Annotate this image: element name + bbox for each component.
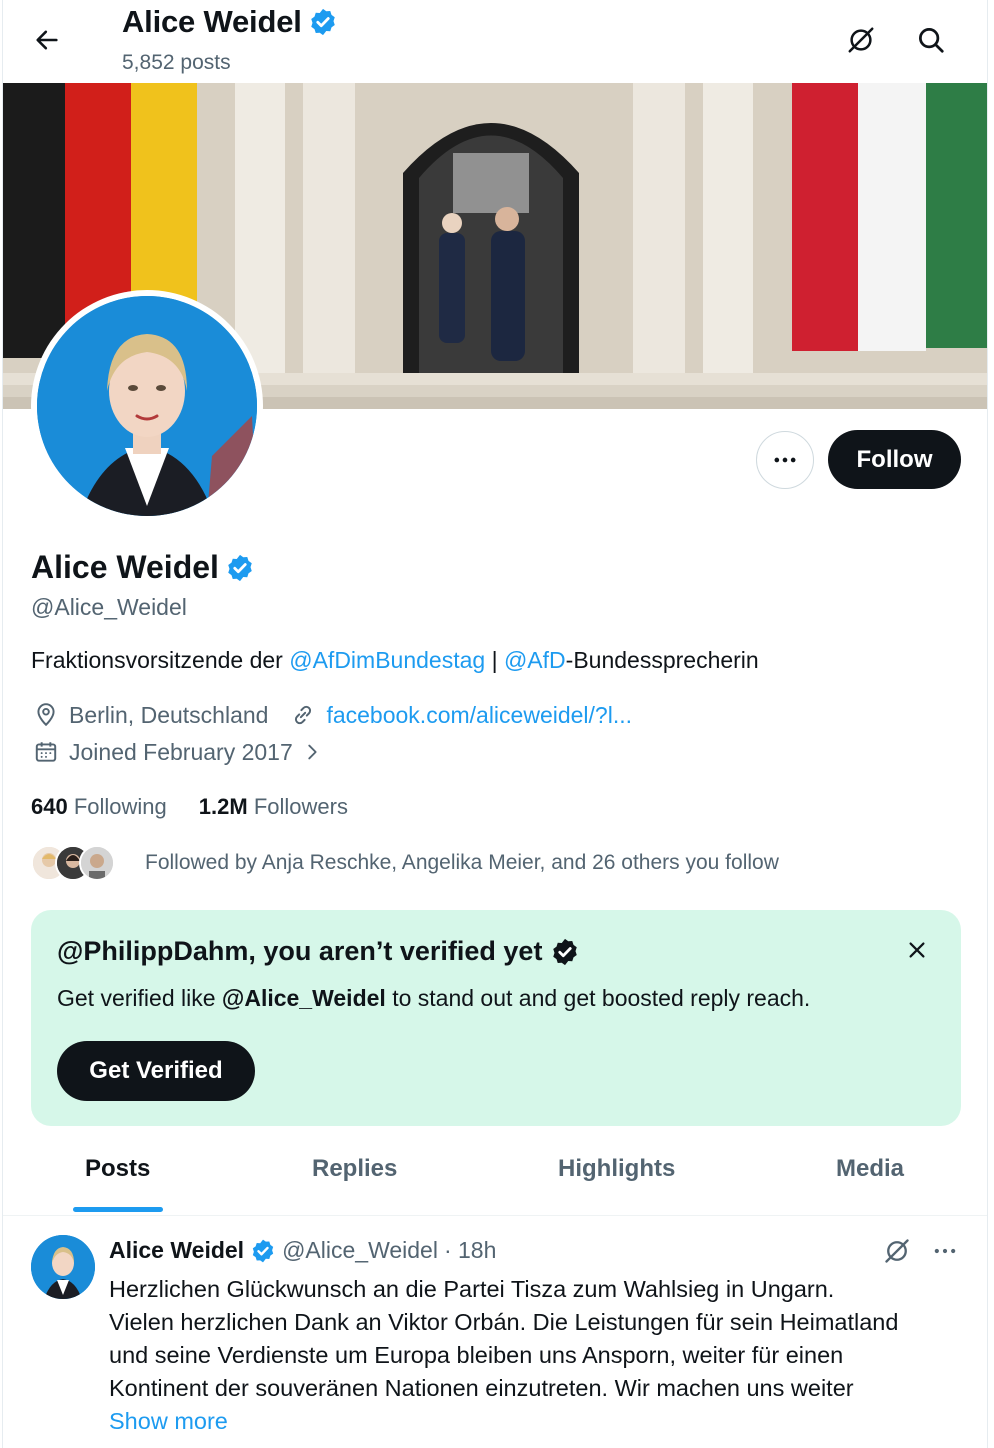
profile-bio: Fraktionsvorsitzende der @AfDimBundestag… xyxy=(31,647,759,674)
calendar-icon xyxy=(31,737,61,767)
bio-suffix: -Bundessprecherin xyxy=(565,647,759,673)
bio-mention-afdimbundestag[interactable]: @AfDimBundestag xyxy=(289,647,485,673)
tab-replies[interactable]: Replies xyxy=(312,1155,397,1183)
post-text-line: Herzlichen Glückwunsch an die Partei Tis… xyxy=(109,1276,835,1302)
followers-label: Followers xyxy=(253,794,348,819)
verified-badge-icon xyxy=(310,8,335,36)
header-title: Alice Weidel xyxy=(122,4,338,40)
follow-button[interactable]: Follow xyxy=(828,430,961,489)
followed-by-text: Followed by Anja Reschke, Angelika Meier… xyxy=(145,851,779,874)
following-label: Following xyxy=(73,794,167,819)
post-item[interactable]: Alice Weidel @Alice_Weidel · 18h Herzlic… xyxy=(3,1217,987,1448)
verification-text: Get verified like @Alice_Weidel to stand… xyxy=(57,985,810,1012)
avatar-image xyxy=(37,296,257,516)
verification-title: @PhilippDahm, you aren’t verified yet xyxy=(57,936,580,967)
arrow-left-icon xyxy=(36,30,58,50)
profile-meta-row-1: Berlin, Deutschland facebook.com/alicewe… xyxy=(31,700,632,730)
profile-avatar[interactable] xyxy=(31,290,263,522)
search-icon xyxy=(919,28,944,53)
avatar xyxy=(37,296,257,516)
bio-separator: | xyxy=(485,647,504,673)
more-options-button[interactable] xyxy=(756,431,814,489)
verified-badge-icon[interactable] xyxy=(225,553,255,583)
grok-icon xyxy=(848,27,874,53)
search-button[interactable] xyxy=(911,20,951,60)
followed-by-row[interactable]: Followed by Anja Reschke, Angelika Meier… xyxy=(31,845,779,881)
post-actions-top xyxy=(883,1237,959,1270)
grok-button[interactable] xyxy=(883,1237,911,1270)
post-handle[interactable]: @Alice_Weidel xyxy=(282,1237,438,1264)
post-header: Alice Weidel @Alice_Weidel · 18h xyxy=(109,1237,496,1264)
link-icon xyxy=(288,700,318,730)
following-count: 640 xyxy=(31,794,68,819)
profile-page: Alice Weidel 5,852 posts Follow Alice We… xyxy=(2,0,988,1448)
verification-text-handle: @Alice_Weidel xyxy=(221,985,386,1011)
profile-joined: Joined February 2017 xyxy=(69,738,293,765)
verification-prompt-card: @PhilippDahm, you aren’t verified yet Ge… xyxy=(31,910,961,1126)
following-link[interactable]: 640 Following xyxy=(31,794,167,820)
grok-button[interactable] xyxy=(841,20,881,60)
tab-posts[interactable]: Posts xyxy=(85,1155,150,1183)
post-time[interactable]: · 18h xyxy=(444,1237,496,1264)
tab-highlights[interactable]: Highlights xyxy=(558,1155,675,1183)
posts-count: 5,852 posts xyxy=(122,51,231,74)
post-avatar[interactable] xyxy=(31,1235,95,1299)
verification-text-prefix: Get verified like xyxy=(57,985,222,1011)
verified-badge-icon xyxy=(252,1239,274,1262)
verification-title-text: @PhilippDahm, you aren’t verified yet xyxy=(57,936,543,966)
get-verified-button[interactable]: Get Verified xyxy=(57,1041,255,1101)
post-text-line: Vielen herzlichen Dank an Viktor Orbán. … xyxy=(109,1309,899,1335)
location-pin-icon xyxy=(31,700,61,730)
back-button[interactable] xyxy=(27,20,67,60)
verified-badge-icon xyxy=(553,938,578,965)
grok-icon xyxy=(885,1239,909,1263)
profile-tabs: Posts Replies Highlights Media xyxy=(3,1140,987,1216)
post-more-button[interactable] xyxy=(931,1237,959,1270)
bio-mention-afd[interactable]: @AfD xyxy=(504,647,566,673)
post-text-line: und seine Verdienste um Europa bleiben u… xyxy=(109,1342,844,1368)
follow-counts: 640 Following 1.2M Followers xyxy=(31,794,348,820)
followers-count: 1.2M xyxy=(198,794,248,819)
profile-meta-row-2[interactable]: Joined February 2017 xyxy=(31,737,335,767)
more-horizontal-icon xyxy=(934,1248,956,1254)
profile-name-text: Alice Weidel xyxy=(31,549,219,585)
close-icon xyxy=(909,942,925,958)
more-horizontal-icon xyxy=(774,457,796,463)
profile-website-link[interactable]: facebook.com/aliceweidel/?l... xyxy=(326,702,632,729)
top-bar: Alice Weidel 5,852 posts xyxy=(3,0,987,83)
chevron-right-icon xyxy=(297,737,327,767)
tab-media[interactable]: Media xyxy=(836,1155,904,1183)
follower-avatar xyxy=(79,845,115,881)
profile-handle: @Alice_Weidel xyxy=(31,594,187,620)
followers-link[interactable]: 1.2M Followers xyxy=(199,794,348,820)
post-author[interactable]: Alice Weidel xyxy=(109,1237,244,1264)
post-text: Herzlichen Glückwunsch an die Partei Tis… xyxy=(109,1273,969,1438)
post-text-line: Kontinent der souveränen Nationen einzut… xyxy=(109,1375,854,1401)
active-tab-indicator xyxy=(73,1207,163,1212)
profile-name: Alice Weidel xyxy=(31,549,255,586)
show-more-link[interactable]: Show more xyxy=(109,1405,969,1438)
header-name: Alice Weidel xyxy=(122,4,302,39)
close-button[interactable] xyxy=(899,932,935,968)
profile-location: Berlin, Deutschland xyxy=(69,701,269,728)
verification-text-suffix: to stand out and get boosted reply reach… xyxy=(385,985,811,1011)
bio-prefix: Fraktionsvorsitzende der xyxy=(31,647,290,673)
